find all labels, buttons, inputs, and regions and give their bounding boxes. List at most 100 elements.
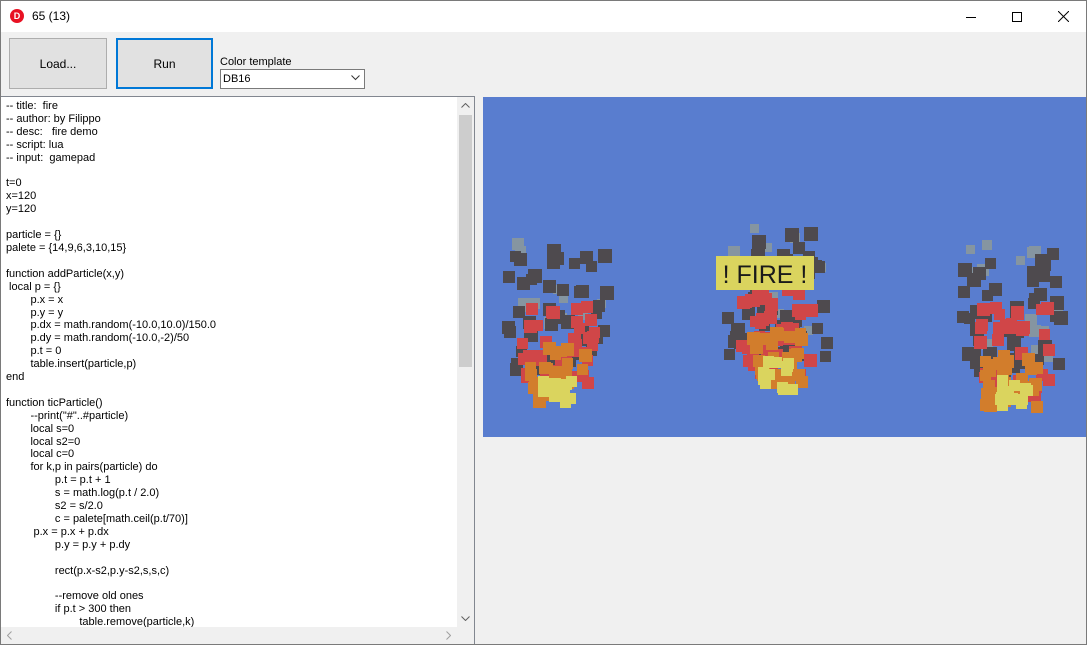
minimize-button[interactable] bbox=[948, 1, 994, 32]
fire-particle bbox=[756, 313, 769, 326]
fire-particle bbox=[985, 258, 996, 269]
vertical-scroll-thumb[interactable] bbox=[459, 115, 472, 367]
fire-particle bbox=[805, 304, 818, 317]
fire-particle bbox=[528, 269, 542, 283]
fire-particle bbox=[1043, 374, 1055, 386]
fire-particle bbox=[817, 300, 830, 313]
fire-particle bbox=[973, 267, 986, 280]
fire-particle bbox=[994, 309, 1005, 320]
fire-particle bbox=[989, 283, 1002, 296]
fire-particle bbox=[598, 249, 612, 263]
fire-particle bbox=[750, 224, 759, 233]
fire-particle bbox=[502, 321, 515, 334]
color-template-value: DB16 bbox=[223, 73, 251, 85]
fire-particle bbox=[778, 384, 789, 395]
fire-particle bbox=[957, 311, 969, 323]
fire-particle bbox=[1039, 329, 1050, 340]
fire-particle bbox=[585, 314, 597, 326]
close-button[interactable] bbox=[1040, 1, 1086, 32]
fire-particle bbox=[524, 320, 537, 333]
fire-particle bbox=[731, 323, 745, 337]
fire-particle bbox=[792, 304, 805, 317]
fire-particle bbox=[1016, 324, 1028, 336]
fire-particle bbox=[821, 337, 833, 349]
fire-particle bbox=[600, 286, 614, 300]
vertical-scrollbar[interactable] bbox=[457, 97, 474, 627]
title-bar[interactable]: D 65 (13) bbox=[1, 1, 1086, 32]
fire-particle bbox=[546, 306, 558, 318]
fire-particle bbox=[966, 245, 975, 254]
window-title: 65 (13) bbox=[32, 9, 71, 23]
fire-particle bbox=[983, 380, 995, 392]
fire-particle bbox=[992, 334, 1004, 346]
color-template-select[interactable]: DB16 bbox=[220, 69, 365, 89]
fire-particle bbox=[1031, 401, 1043, 413]
fire-particle bbox=[547, 244, 561, 258]
fire-particle bbox=[812, 323, 823, 334]
game-canvas[interactable]: ! FIRE ! bbox=[483, 97, 1086, 437]
fire-particle bbox=[1041, 302, 1054, 315]
fire-particle bbox=[958, 286, 970, 298]
fire-particle bbox=[970, 358, 981, 369]
scrollbar-corner bbox=[457, 627, 474, 644]
scroll-down-arrow-icon[interactable] bbox=[457, 610, 474, 627]
fire-particle bbox=[545, 318, 558, 331]
fire-particle bbox=[1007, 394, 1018, 405]
fire-particle bbox=[737, 296, 750, 309]
fire-particle bbox=[752, 235, 766, 249]
fire-particle bbox=[1009, 380, 1020, 391]
fire-particle bbox=[557, 284, 569, 296]
fire-particle bbox=[765, 357, 776, 368]
scroll-up-arrow-icon[interactable] bbox=[457, 97, 474, 114]
game-output-panel: ! FIRE ! bbox=[475, 96, 1086, 644]
fire-particle bbox=[565, 393, 576, 404]
fire-particle bbox=[1050, 276, 1062, 288]
fire-particle bbox=[503, 271, 515, 283]
minimize-icon bbox=[966, 16, 976, 18]
fire-particle bbox=[993, 322, 1005, 334]
code-editor[interactable]: -- title: fire -- author: by Filippo -- … bbox=[1, 96, 475, 644]
fire-particle bbox=[569, 258, 580, 269]
chevron-down-icon bbox=[351, 75, 360, 81]
fire-particle bbox=[1001, 355, 1014, 368]
fire-particle bbox=[722, 312, 734, 324]
fire-particle bbox=[1022, 385, 1033, 396]
scroll-right-arrow-icon[interactable] bbox=[440, 627, 457, 644]
fire-banner-text: ! FIRE ! bbox=[723, 261, 808, 289]
fire-particle bbox=[538, 376, 549, 387]
fire-particle bbox=[784, 331, 796, 343]
fire-particle bbox=[593, 300, 605, 312]
fire-particle bbox=[1016, 256, 1025, 265]
fire-particle bbox=[1006, 318, 1017, 329]
maximize-button[interactable] bbox=[994, 1, 1040, 32]
fire-particle bbox=[539, 362, 551, 374]
fire-particle bbox=[795, 333, 808, 346]
color-template-label: Color template bbox=[220, 56, 292, 68]
fire-particle bbox=[574, 286, 586, 298]
fire-particle bbox=[587, 331, 599, 343]
toolbar: Load... Run Color template DB16 bbox=[1, 32, 1086, 96]
fire-particle bbox=[804, 227, 818, 241]
fire-particle bbox=[566, 376, 577, 387]
horizontal-scrollbar[interactable] bbox=[1, 627, 457, 644]
app-icon: D bbox=[10, 9, 24, 23]
fire-particle bbox=[543, 280, 556, 293]
fire-particle bbox=[781, 365, 792, 376]
fire-particle bbox=[1047, 248, 1059, 260]
run-button[interactable]: Run bbox=[116, 38, 213, 89]
fire-particle bbox=[582, 377, 594, 389]
fire-particle bbox=[579, 349, 592, 362]
code-text[interactable]: -- title: fire -- author: by Filippo -- … bbox=[6, 100, 216, 629]
fire-particle bbox=[974, 336, 987, 349]
load-button[interactable]: Load... bbox=[9, 38, 107, 89]
fire-particle bbox=[1053, 358, 1065, 370]
fire-particle bbox=[975, 322, 987, 334]
fire-particle bbox=[724, 349, 735, 360]
fire-particle bbox=[574, 323, 585, 334]
scroll-left-arrow-icon[interactable] bbox=[1, 627, 18, 644]
fire-particle bbox=[785, 228, 799, 242]
fire-particle bbox=[526, 303, 538, 315]
fire-particle bbox=[517, 277, 530, 290]
fire-particle bbox=[747, 332, 760, 345]
fire-particle bbox=[759, 333, 771, 345]
